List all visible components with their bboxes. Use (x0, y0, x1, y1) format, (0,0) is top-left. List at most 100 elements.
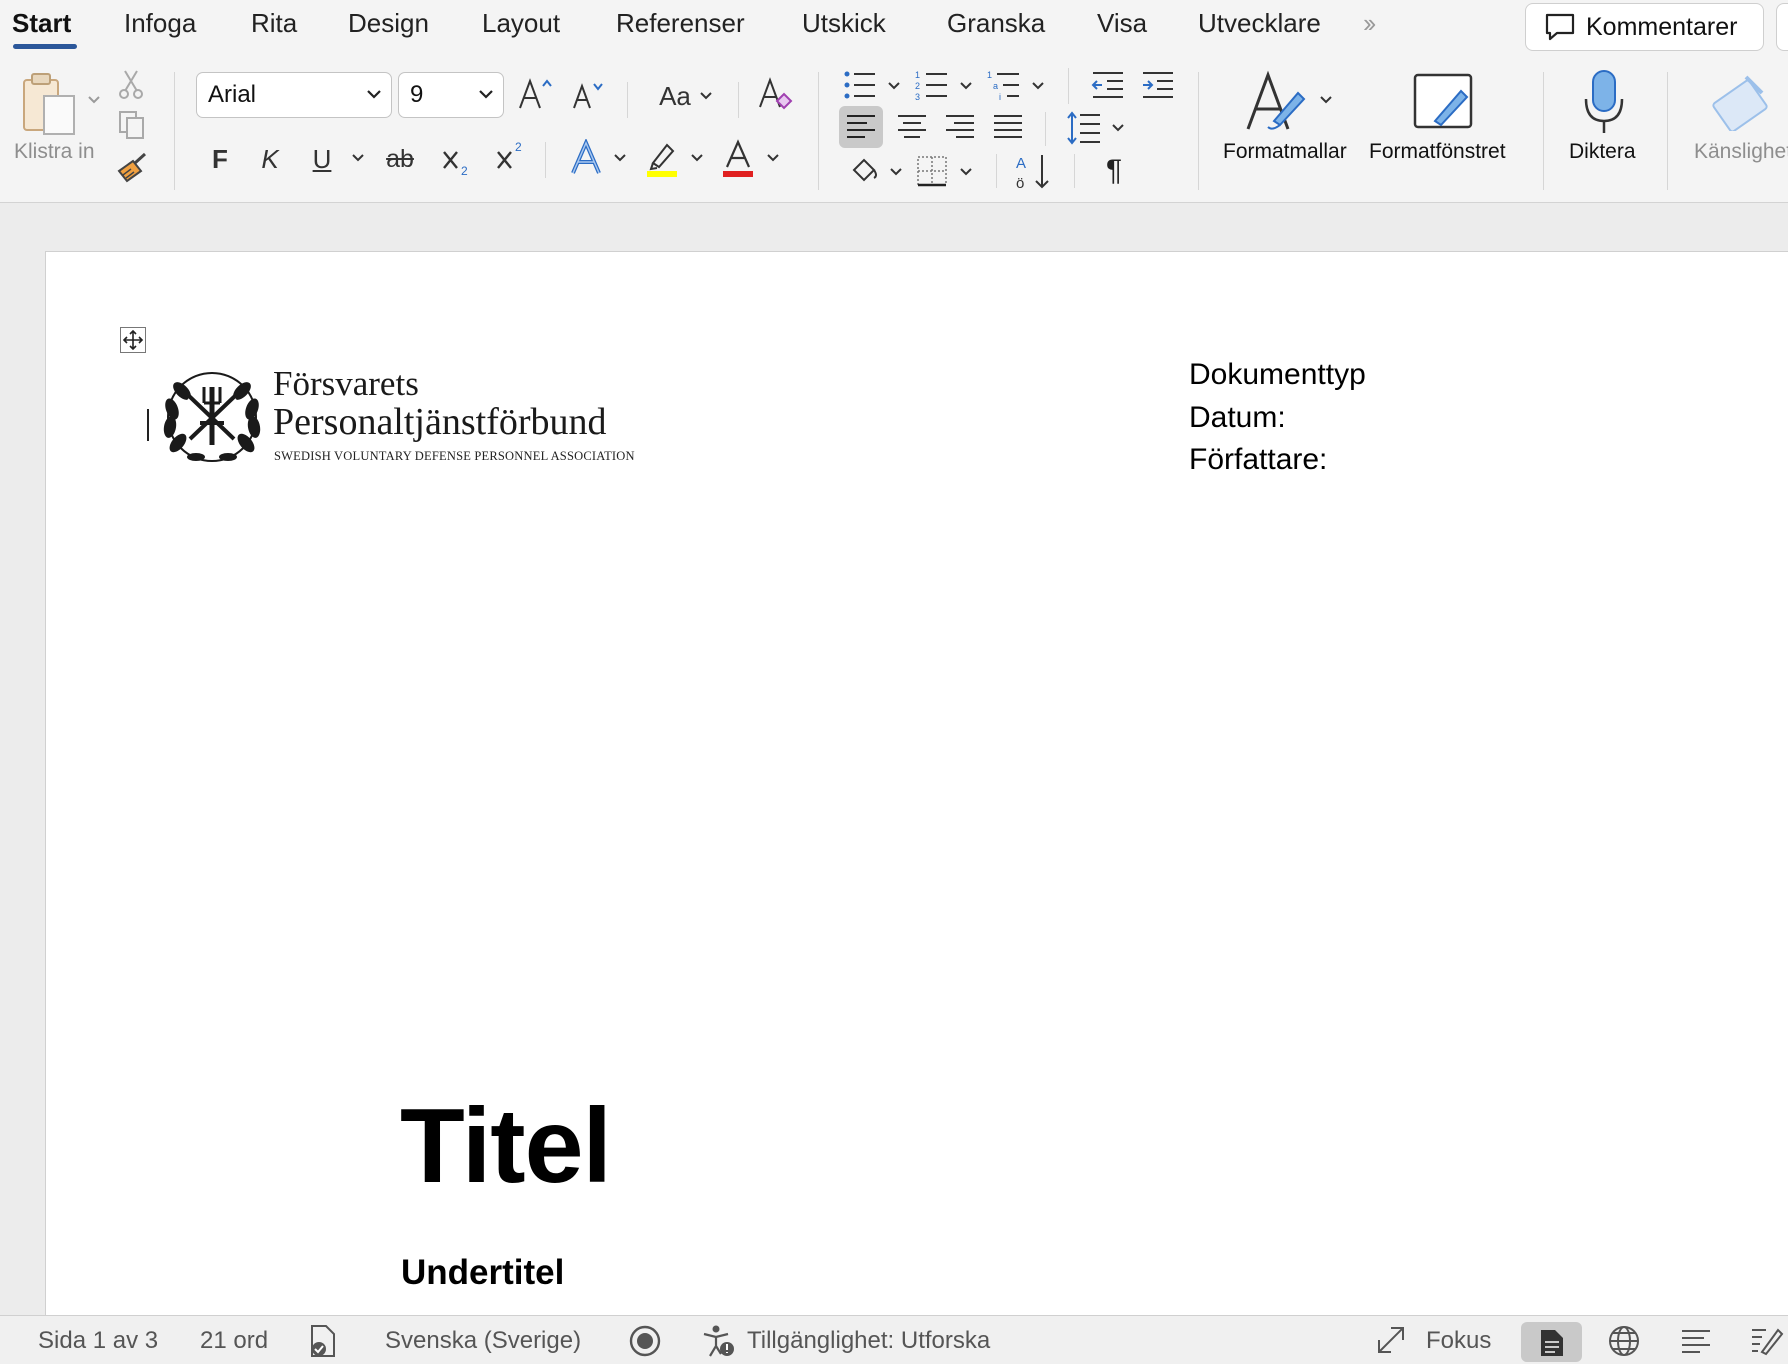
focus-button[interactable]: Fokus (1426, 1327, 1491, 1355)
styles-dropdown-chevron-icon[interactable] (1318, 92, 1334, 108)
meta-author[interactable]: Författare: (1189, 443, 1327, 477)
tab-referenser[interactable]: Referenser (616, 8, 745, 39)
text-cursor (147, 409, 149, 441)
macro-record-icon[interactable] (628, 1324, 662, 1358)
tab-start[interactable]: Start (12, 8, 71, 39)
increase-indent-icon[interactable] (1140, 68, 1176, 102)
highlight-dropdown-chevron-icon[interactable] (689, 150, 705, 166)
tab-infoga[interactable]: Infoga (124, 8, 196, 39)
word-count[interactable]: 21 ord (200, 1327, 268, 1355)
page-count[interactable]: Sida 1 av 3 (38, 1327, 158, 1355)
text-effects-dropdown-chevron-icon[interactable] (612, 150, 628, 166)
justify-icon[interactable] (988, 106, 1028, 148)
font-name-value: Arial (208, 81, 257, 108)
font-color-dropdown-chevron-icon[interactable] (765, 150, 781, 166)
styles-label: Formatmallar (1223, 140, 1347, 163)
outline-view-icon[interactable] (1680, 1324, 1712, 1356)
ribbon-separator (1074, 154, 1075, 188)
more-tabs-icon[interactable]: ›› (1363, 8, 1376, 39)
proofing-icon[interactable] (308, 1324, 340, 1358)
organization-name-line-1: Försvarets (273, 364, 419, 403)
cut-icon[interactable] (116, 68, 146, 100)
bold-button[interactable]: F (206, 140, 234, 178)
tab-granska[interactable]: Granska (947, 8, 1045, 39)
font-size-value: 9 (410, 81, 424, 108)
sort-icon[interactable]: A ö (1012, 150, 1056, 192)
accessibility-icon[interactable] (702, 1324, 736, 1358)
font-size-combobox[interactable]: 9 (398, 72, 504, 118)
tab-visa[interactable]: Visa (1097, 8, 1147, 39)
tab-utskick[interactable]: Utskick (802, 8, 886, 39)
italic-button[interactable]: K (256, 140, 284, 178)
italic-label: K (261, 143, 279, 174)
chevron-down-icon (479, 90, 493, 99)
change-case-label: Aa (659, 80, 691, 111)
line-spacing-icon[interactable] (1064, 108, 1104, 148)
line-spacing-dropdown-chevron-icon[interactable] (1110, 120, 1126, 136)
meta-document-type[interactable]: Dokumenttyp (1189, 358, 1366, 392)
print-layout-button[interactable] (1521, 1322, 1582, 1362)
underline-button[interactable]: U (308, 140, 336, 178)
borders-dropdown-chevron-icon[interactable] (958, 164, 974, 180)
meta-date[interactable]: Datum: (1189, 401, 1286, 435)
multilevel-dropdown-chevron-icon[interactable] (1030, 78, 1046, 94)
bullets-icon[interactable] (842, 68, 878, 102)
web-layout-globe-icon[interactable] (1607, 1324, 1641, 1358)
ribbon-separator (627, 82, 628, 118)
align-right-icon[interactable] (940, 106, 980, 148)
format-painter-icon[interactable] (114, 150, 150, 186)
styles-gallery-icon[interactable] (1244, 68, 1316, 136)
subscript-icon[interactable]: 2 (440, 142, 476, 180)
paste-dropdown-chevron-icon[interactable] (86, 92, 102, 108)
strikethrough-button[interactable]: ab (382, 140, 418, 178)
superscript-icon[interactable]: 2 (494, 136, 530, 174)
show-formatting-marks-icon[interactable]: ¶ (1096, 152, 1132, 190)
font-color-icon[interactable] (720, 138, 756, 180)
numbering-dropdown-chevron-icon[interactable] (958, 78, 974, 94)
ribbon-separator (818, 72, 819, 190)
accessibility-status[interactable]: Tillgänglighet: Utforska (747, 1327, 990, 1355)
highlight-color-icon[interactable] (644, 138, 680, 180)
copy-icon[interactable] (116, 108, 148, 140)
grow-font-icon[interactable] (516, 74, 556, 114)
svg-text:1: 1 (915, 70, 920, 80)
shrink-font-icon[interactable] (570, 76, 606, 114)
share-button[interactable] (1776, 3, 1788, 51)
status-bar: Sida 1 av 3 21 ord Svenska (Sverige) Til… (0, 1315, 1788, 1364)
styles-pane-icon[interactable] (1410, 68, 1478, 136)
document-page[interactable]: Försvarets Personaltjänstförbund SWEDISH… (45, 251, 1788, 1351)
tab-utvecklare[interactable]: Utvecklare (1198, 8, 1321, 39)
ribbon-separator (1045, 112, 1046, 146)
bullets-dropdown-chevron-icon[interactable] (886, 78, 902, 94)
sensitivity-icon[interactable] (1712, 68, 1768, 134)
numbering-icon[interactable]: 1 2 3 (914, 68, 950, 102)
text-effects-icon[interactable] (568, 138, 604, 178)
paste-icon[interactable] (18, 70, 80, 138)
focus-expand-icon[interactable] (1375, 1324, 1407, 1356)
tab-design[interactable]: Design (348, 8, 429, 39)
shading-dropdown-chevron-icon[interactable] (888, 164, 904, 180)
clear-formatting-icon[interactable] (756, 74, 796, 114)
draft-view-icon[interactable] (1750, 1324, 1784, 1356)
decrease-indent-icon[interactable] (1090, 68, 1126, 102)
align-center-icon[interactable] (892, 106, 932, 148)
microphone-icon[interactable] (1582, 68, 1626, 138)
document-canvas[interactable]: Försvarets Personaltjänstförbund SWEDISH… (0, 203, 1788, 1351)
svg-text:A: A (1016, 155, 1026, 172)
comment-icon (1545, 13, 1575, 41)
shading-icon[interactable] (846, 152, 882, 190)
change-case-button[interactable]: Aa (650, 78, 722, 114)
align-left-button[interactable] (839, 106, 883, 148)
table-move-handle[interactable] (120, 327, 146, 353)
underline-dropdown-chevron-icon[interactable] (350, 150, 366, 166)
language-status[interactable]: Svenska (Sverige) (385, 1327, 581, 1355)
borders-icon[interactable] (914, 152, 950, 190)
font-name-combobox[interactable]: Arial (196, 72, 392, 118)
multilevel-list-icon[interactable]: 1 a i (986, 68, 1022, 102)
tab-rita[interactable]: Rita (251, 8, 297, 39)
document-subtitle[interactable]: Undertitel (401, 1253, 564, 1293)
tab-layout[interactable]: Layout (482, 8, 560, 39)
comments-button[interactable]: Kommentarer (1525, 3, 1764, 51)
document-title[interactable]: Titel (400, 1086, 612, 1207)
organization-name-line-2: Personaltjänstförbund (273, 401, 607, 443)
